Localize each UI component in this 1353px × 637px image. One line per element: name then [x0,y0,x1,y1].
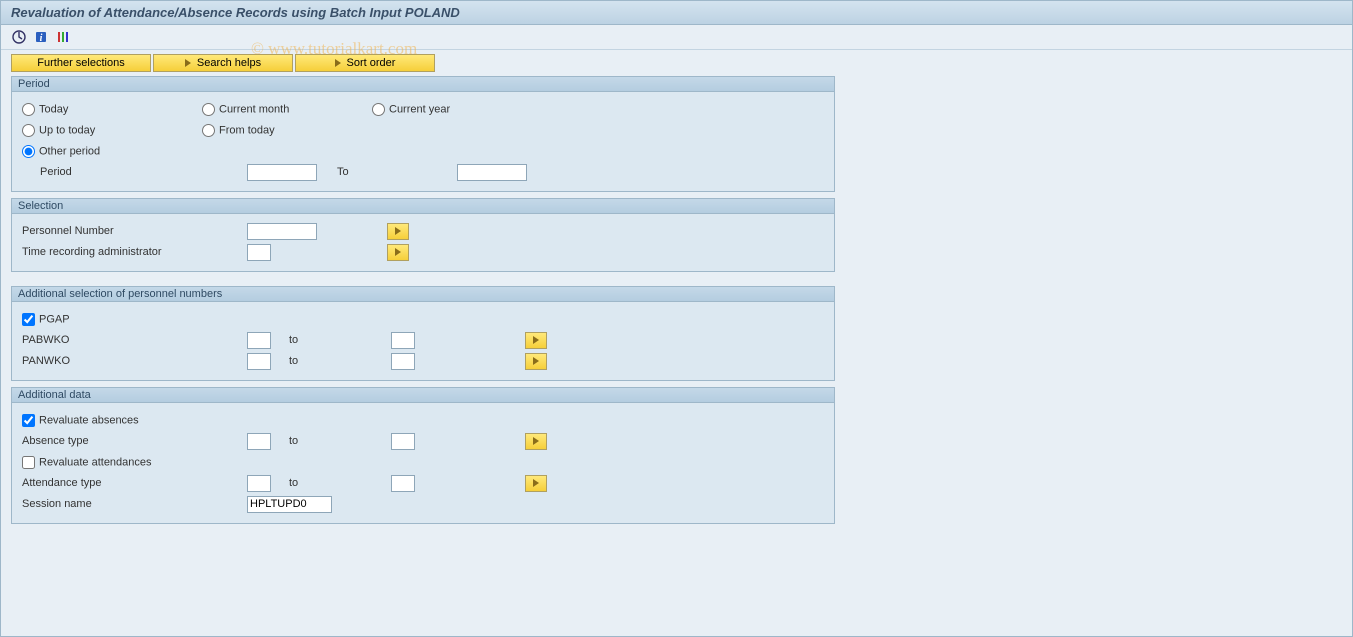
arrow-right-icon [185,59,191,67]
pernr-multiselect-button[interactable] [387,223,409,240]
panwko-multiselect-button[interactable] [525,353,547,370]
info-icon[interactable]: i [33,29,49,45]
arrow-right-icon [395,227,401,235]
panwko-to-label: to [271,355,391,367]
arrow-right-icon [533,437,539,445]
selection-buttons-row: Further selections Search helps Sort ord… [1,50,1352,74]
absence-type-from-input[interactable] [247,433,271,450]
svg-text:i: i [40,33,43,44]
revaluate-absences-checkbox[interactable]: Revaluate absences [22,414,139,427]
radio-up-to-today-label: Up to today [39,124,95,136]
session-name-input[interactable] [247,496,332,513]
arrow-right-icon [335,59,341,67]
pgap-label: PGAP [39,313,70,325]
further-selections-button[interactable]: Further selections [11,54,151,72]
group-adddata-title: Additional data [12,388,834,403]
search-helps-label: Search helps [197,57,261,69]
attendance-type-to-input[interactable] [391,475,415,492]
panwko-label: PANWKO [22,355,247,367]
timeadmin-label: Time recording administrator [22,246,247,258]
sort-order-label: Sort order [347,57,396,69]
absence-type-multiselect-button[interactable] [525,433,547,450]
attendance-type-label: Attendance type [22,477,247,489]
variant-icon[interactable] [55,29,71,45]
group-additional-selection: Additional selection of personnel number… [11,286,835,381]
pabwko-label: PABWKO [22,334,247,346]
radio-today-label: Today [39,103,68,115]
arrow-right-icon [395,248,401,256]
page-title: Revaluation of Attendance/Absence Record… [1,1,1352,25]
radio-from-today[interactable]: From today [202,124,372,137]
pernr-label: Personnel Number [22,225,247,237]
radio-current-year-label: Current year [389,103,450,115]
period-to-label: To [317,166,457,178]
radio-other-period[interactable]: Other period [22,145,202,158]
app-window: Revaluation of Attendance/Absence Record… [0,0,1353,637]
radio-today[interactable]: Today [22,103,202,116]
app-toolbar: i [1,25,1352,50]
radio-from-today-label: From today [219,124,275,136]
arrow-right-icon [533,357,539,365]
group-additional-data: Additional data Revaluate absences Absen… [11,387,835,524]
attendance-type-from-input[interactable] [247,475,271,492]
radio-current-year[interactable]: Current year [372,103,542,116]
arrow-right-icon [533,479,539,487]
absence-type-to-label: to [271,435,391,447]
revaluate-absences-label: Revaluate absences [39,414,139,426]
attendance-type-multiselect-button[interactable] [525,475,547,492]
pgap-checkbox[interactable]: PGAP [22,313,70,326]
group-period: Period Today Current month Current year … [11,76,835,192]
radio-other-period-label: Other period [39,145,100,157]
timeadmin-input[interactable] [247,244,271,261]
group-selection-title: Selection [12,199,834,214]
pabwko-to-input[interactable] [391,332,415,349]
revaluate-attendances-label: Revaluate attendances [39,456,152,468]
pabwko-multiselect-button[interactable] [525,332,547,349]
sort-order-button[interactable]: Sort order [295,54,435,72]
arrow-right-icon [533,336,539,344]
group-period-title: Period [12,77,834,92]
panwko-from-input[interactable] [247,353,271,370]
pernr-input[interactable] [247,223,317,240]
absence-type-to-input[interactable] [391,433,415,450]
group-selection: Selection Personnel Number Time recordin… [11,198,835,272]
group-addsel-title: Additional selection of personnel number… [12,287,834,302]
session-name-label: Session name [22,498,247,510]
radio-current-month-label: Current month [219,103,289,115]
search-helps-button[interactable]: Search helps [153,54,293,72]
attendance-type-to-label: to [271,477,391,489]
radio-up-to-today[interactable]: Up to today [22,124,202,137]
revaluate-attendances-checkbox[interactable]: Revaluate attendances [22,456,152,469]
radio-current-month[interactable]: Current month [202,103,372,116]
period-label: Period [22,166,247,178]
further-selections-label: Further selections [37,57,124,69]
timeadmin-multiselect-button[interactable] [387,244,409,261]
execute-icon[interactable] [11,29,27,45]
pabwko-to-label: to [271,334,391,346]
period-from-input[interactable] [247,164,317,181]
panwko-to-input[interactable] [391,353,415,370]
period-to-input[interactable] [457,164,527,181]
pabwko-from-input[interactable] [247,332,271,349]
absence-type-label: Absence type [22,435,247,447]
